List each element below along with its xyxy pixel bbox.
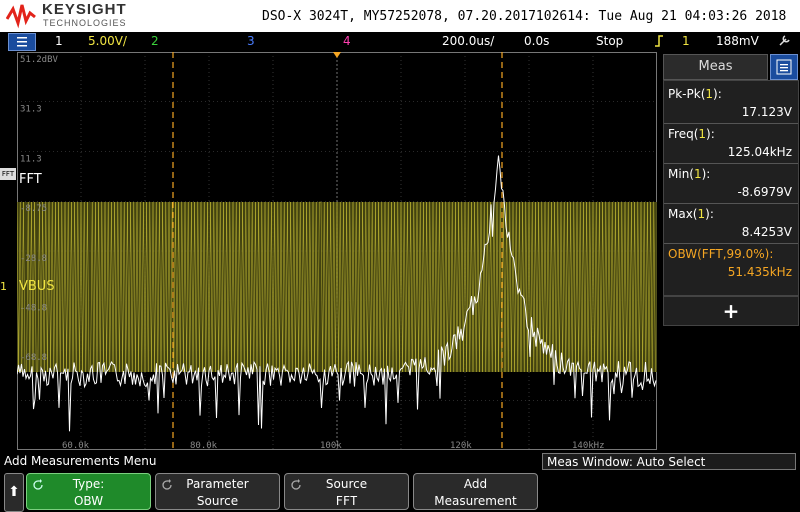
- instrument-title: DSO-X 3024T, MY57252078, 07.20.201710261…: [262, 9, 787, 24]
- header-bar: KEYSIGHT TECHNOLOGIES DSO-X 3024T, MY572…: [0, 0, 800, 32]
- measurement-list: Pk-Pk(1): 17.123V Freq(1): 125.04kHz Min…: [663, 80, 799, 296]
- max-label: Max(: [668, 207, 698, 221]
- type-softkey-label: Type:: [72, 477, 105, 491]
- channel-1-scale[interactable]: 5.00V/: [88, 34, 127, 48]
- status-bar: 1 5.00V/ 2 3 4 200.0us/ 0.0s Stop 1 188m…: [0, 32, 800, 52]
- source-softkey-label: Source: [325, 477, 368, 491]
- y-axis-tick-label: 11.3: [20, 154, 42, 164]
- type-softkey[interactable]: Type: OBW: [26, 473, 151, 510]
- min-label: Min(: [668, 167, 694, 181]
- wrench-icon[interactable]: [778, 33, 792, 50]
- y-axis-tick-label: -8.75: [20, 204, 47, 214]
- main-menu-icon[interactable]: [8, 33, 36, 51]
- freq-label: Freq(: [668, 127, 699, 141]
- pkpk-value: 17.123V: [741, 105, 792, 119]
- divider: [664, 123, 798, 124]
- parameter-softkey-label: Parameter: [186, 477, 249, 491]
- meas-tab[interactable]: Meas: [663, 54, 768, 80]
- x-axis-tick-label: 100k: [320, 441, 342, 450]
- vbus-label: VBUS: [19, 279, 55, 294]
- parameter-source-softkey[interactable]: Parameter Source: [155, 473, 280, 510]
- add-measurement-softkey[interactable]: Add Measurement: [413, 473, 538, 510]
- panel-menu-icon[interactable]: [770, 54, 798, 80]
- freq-channel: 1: [698, 127, 707, 141]
- back-up-arrow-button[interactable]: ⬆: [4, 473, 24, 512]
- channel-1-ground-marker[interactable]: 1: [0, 280, 14, 294]
- min-label-end: ):: [701, 167, 711, 181]
- run-state[interactable]: Stop: [596, 34, 623, 48]
- channel-1-indicator[interactable]: 1: [55, 34, 63, 48]
- brand-name: KEYSIGHT: [42, 1, 127, 18]
- add-measurement-icon[interactable]: +: [663, 296, 799, 326]
- timebase-scale[interactable]: 200.0us/: [442, 34, 494, 48]
- freq-value: 125.04kHz: [727, 145, 792, 159]
- y-axis-tick-label: 51.2dBV: [20, 55, 59, 65]
- obw-value: 51.435kHz: [727, 265, 792, 279]
- y-axis-tick-label: 31.3: [20, 105, 42, 115]
- source-softkey[interactable]: Source FFT: [284, 473, 409, 510]
- max-label-end: ):: [705, 207, 714, 221]
- channel-1-waveform: [17, 201, 657, 373]
- source-softkey-value: FFT: [335, 494, 358, 508]
- channel-4-indicator[interactable]: 4: [343, 34, 351, 48]
- add-softkey-value: Measurement: [434, 494, 517, 508]
- divider: [664, 203, 798, 204]
- max-value: 8.4253V: [741, 225, 792, 239]
- type-softkey-value: OBW: [73, 494, 104, 508]
- x-axis-tick-label: 80.0k: [190, 441, 218, 450]
- y-axis-tick-label: -68.8: [20, 353, 47, 363]
- trigger-source[interactable]: 1: [682, 34, 690, 48]
- divider: [664, 243, 798, 244]
- channel-3-indicator[interactable]: 3: [247, 34, 255, 48]
- trigger-edge-icon: [654, 34, 664, 51]
- y-axis-tick-label: -48.8: [20, 304, 47, 314]
- time-delay[interactable]: 0.0s: [524, 34, 549, 48]
- x-axis-tick-label: 120k: [450, 441, 472, 450]
- waveform-display[interactable]: 51.2dBV 31.3 11.3 -8.75 -28.8 -48.8 -68.8 60.0…: [17, 52, 657, 450]
- meas-window-select[interactable]: Meas Window: Auto Select: [542, 453, 796, 470]
- max-channel: 1: [697, 207, 706, 221]
- empty-measurement-area: [663, 326, 797, 448]
- keysight-logo-icon: [6, 4, 36, 29]
- obw-label: OBW(FFT,99.0%):: [668, 247, 774, 261]
- y-axis-tick-label: -28.8: [20, 254, 47, 264]
- pkpk-channel: 1: [705, 87, 714, 101]
- add-softkey-label: Add: [463, 477, 488, 491]
- min-channel: 1: [693, 167, 702, 181]
- x-axis-tick-label: 60.0k: [62, 441, 90, 450]
- pkpk-label: Pk-Pk(: [668, 87, 706, 101]
- fft-marker[interactable]: FFT: [0, 168, 16, 180]
- channel-2-indicator[interactable]: 2: [151, 34, 159, 48]
- pkpk-label-end: ):: [713, 87, 722, 101]
- min-value: -8.6979V: [737, 185, 792, 199]
- divider: [664, 163, 798, 164]
- left-channel-markers: FFT 1: [0, 52, 17, 450]
- trigger-level[interactable]: 188mV: [716, 34, 759, 48]
- x-axis-tick-label: 140kHz: [572, 441, 605, 450]
- fft-label: FFT: [19, 172, 42, 187]
- freq-label-end: ):: [706, 127, 715, 141]
- parameter-softkey-value: Source: [196, 494, 239, 508]
- menu-title: Add Measurements Menu: [4, 454, 157, 468]
- brand-subtitle: TECHNOLOGIES: [43, 18, 127, 28]
